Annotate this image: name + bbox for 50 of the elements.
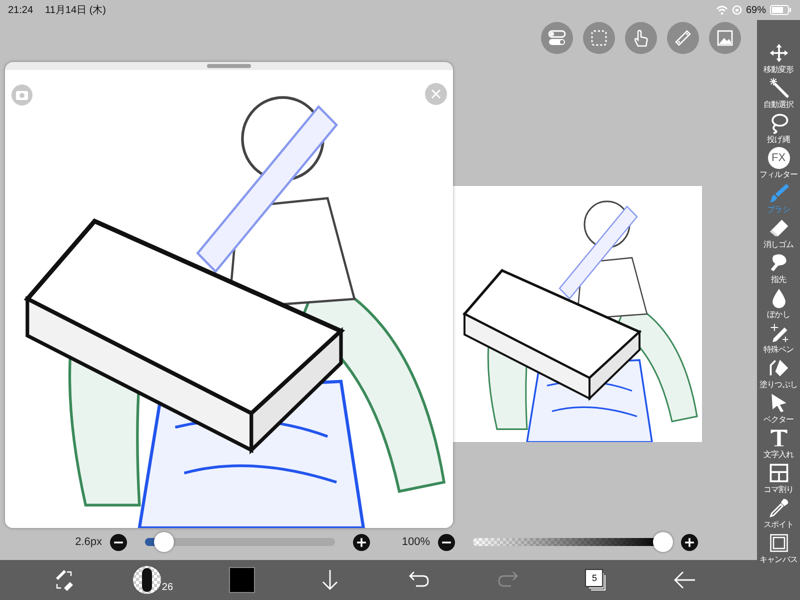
minus-button[interactable] <box>438 534 455 550</box>
tool-button[interactable]: キャンバス <box>757 532 800 565</box>
battery-icon <box>770 5 792 15</box>
toggle-switches-icon <box>547 28 567 48</box>
canvas-frame-icon <box>768 532 790 554</box>
fx-icon: FX <box>768 147 790 169</box>
size-reading: 2.6px <box>74 536 102 548</box>
plus-button[interactable] <box>681 534 698 550</box>
move-arrows-icon <box>768 42 790 64</box>
tool-button[interactable]: スポイト <box>757 497 800 530</box>
drag-handle[interactable] <box>207 64 251 68</box>
tool-button[interactable]: 自動選択 <box>757 77 800 110</box>
frame-grid-icon <box>768 462 790 484</box>
toggle-button[interactable] <box>541 22 573 54</box>
tool-button[interactable]: ベクター <box>757 392 800 425</box>
tool-button[interactable]: 移動変形 <box>757 42 800 75</box>
opacity-reading: 100% <box>400 536 430 548</box>
ruler-button[interactable] <box>667 22 699 54</box>
image-icon <box>715 28 735 48</box>
fill-bucket-icon <box>768 357 790 379</box>
wifi-icon <box>716 5 728 15</box>
status-date: 11月14日 (木) <box>45 4 106 17</box>
color-swatch[interactable] <box>228 567 255 593</box>
battery-percent: 69% <box>746 4 766 16</box>
tool-button[interactable]: ぼかし <box>757 287 800 320</box>
tool-button[interactable]: 指先 <box>757 252 800 285</box>
tool-button[interactable]: 特殊ペン <box>757 322 800 355</box>
image-button[interactable] <box>709 22 741 54</box>
eraser-icon <box>768 217 790 239</box>
gesture-button[interactable] <box>625 22 657 54</box>
slider-thumb[interactable] <box>154 532 174 552</box>
tool-button[interactable]: 消しゴム <box>757 217 800 250</box>
magic-wand-icon <box>768 77 790 99</box>
slider-thumb[interactable] <box>653 532 673 552</box>
lock-rotation-icon <box>732 5 742 15</box>
plus-button[interactable] <box>353 534 370 550</box>
tool-button[interactable]: 投げ縄 <box>757 112 800 145</box>
ruler-icon <box>673 28 693 48</box>
plus-icon <box>356 536 367 548</box>
tool-button[interactable]: 文字入れ <box>757 427 800 460</box>
tool-button[interactable]: 塗りつぶし <box>757 357 800 390</box>
eyedropper-icon <box>768 497 790 519</box>
dashed-square-icon <box>589 28 609 48</box>
minus-button[interactable] <box>110 534 127 550</box>
tool-button[interactable]: コマ割り <box>757 462 800 495</box>
plus-icon <box>684 536 695 548</box>
selection-button[interactable] <box>583 22 615 54</box>
tool-button[interactable]: FX フィルター <box>757 147 800 180</box>
brush-icon <box>768 182 790 204</box>
status-time: 21:24 <box>8 4 34 16</box>
